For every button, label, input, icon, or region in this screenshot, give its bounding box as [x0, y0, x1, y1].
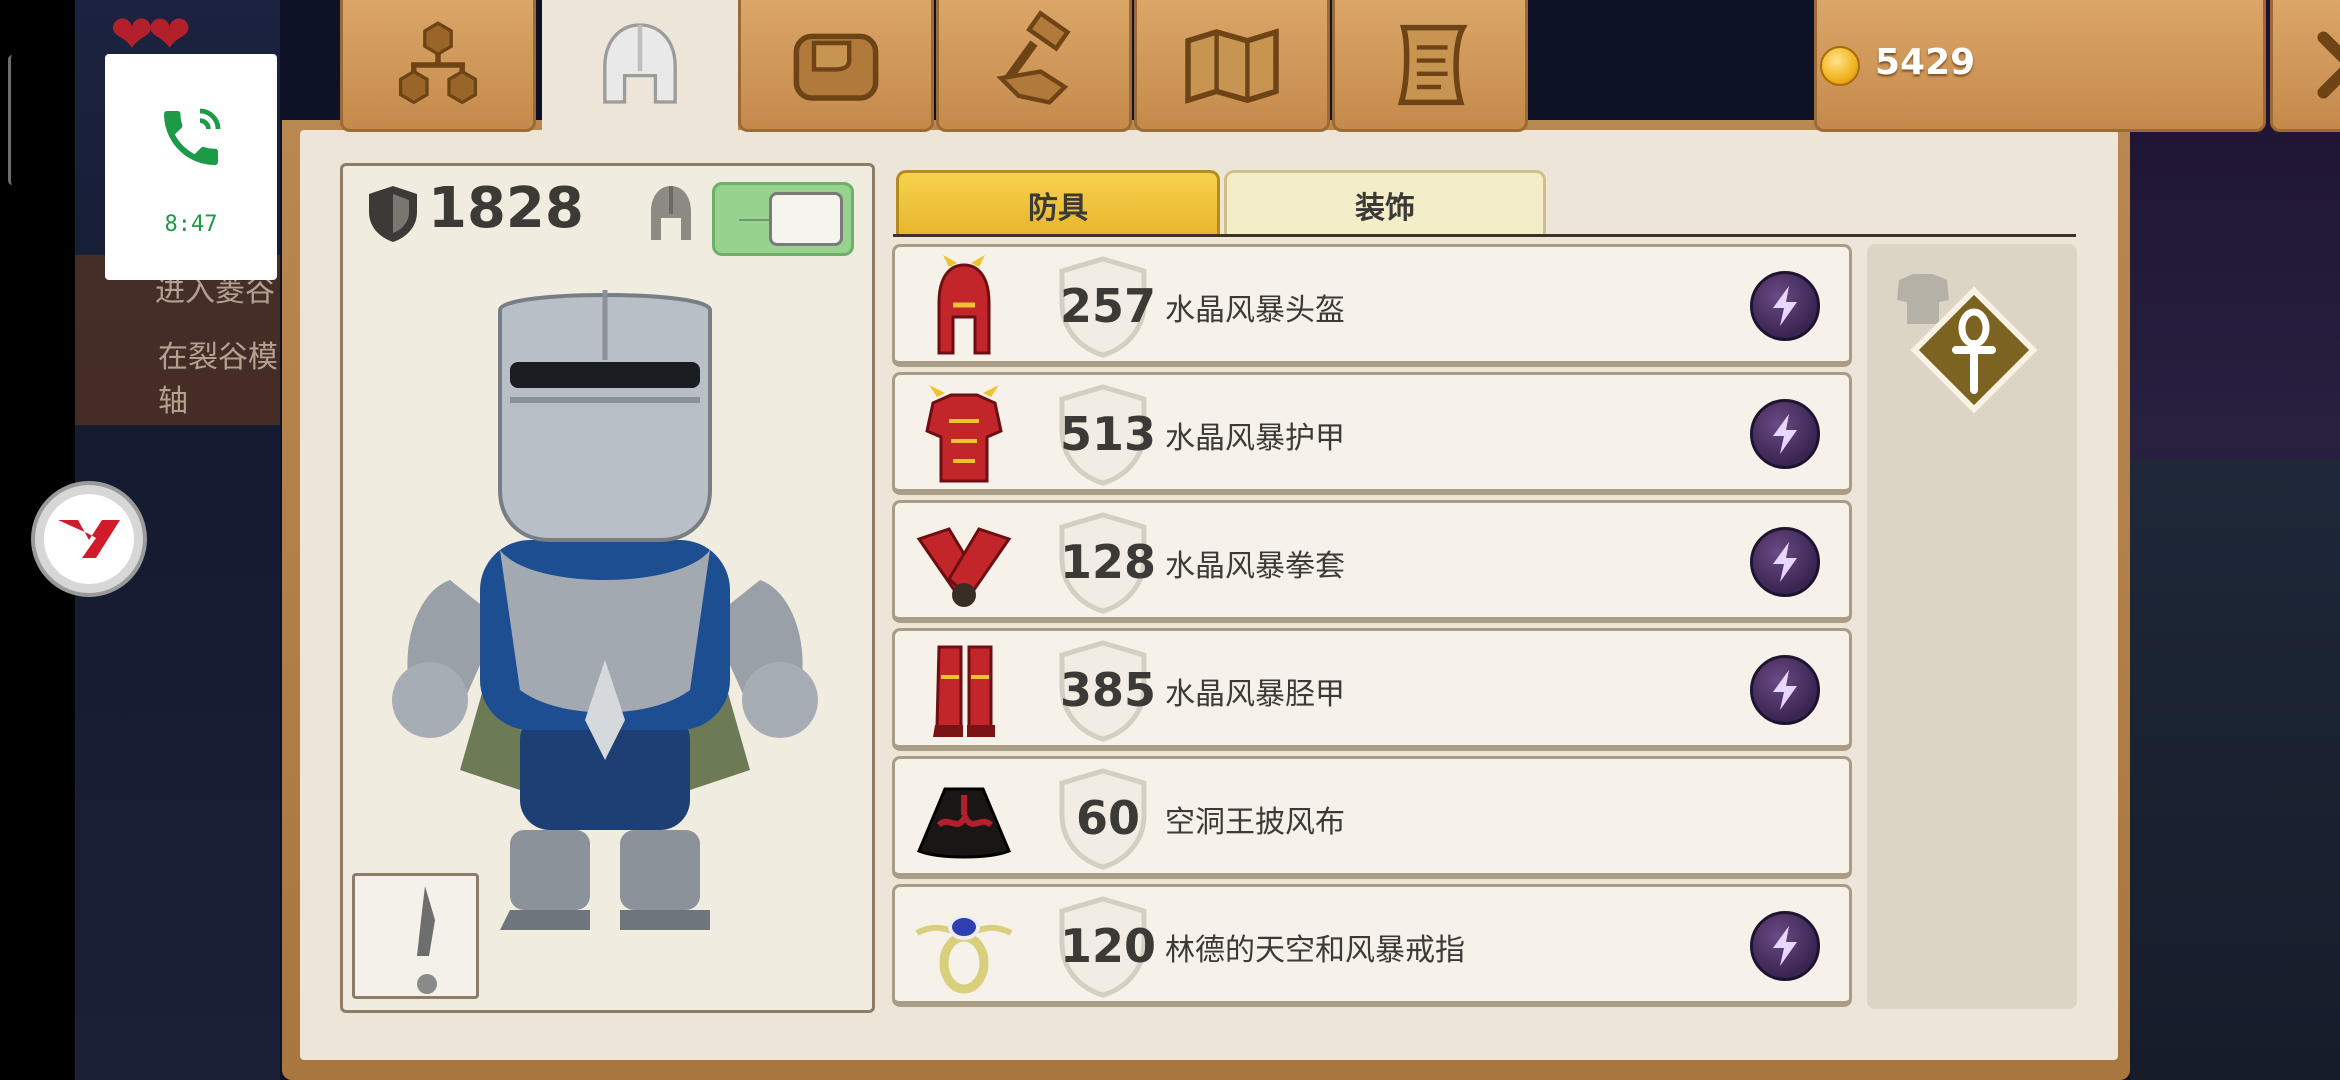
helmet-icon [603, 22, 677, 104]
call-duration: 8:47 [164, 212, 218, 237]
app-logo-icon [58, 520, 120, 558]
item-name: 水晶风暴护甲 [1165, 421, 1345, 456]
tab-forge[interactable] [936, 0, 1132, 132]
character-thumbnail-button[interactable] [352, 873, 479, 999]
tab-bag[interactable] [738, 0, 934, 132]
map-icon [1185, 27, 1279, 104]
quest-desc-fragment: 在裂谷模 [158, 340, 278, 375]
item-name: 水晶风暴头盔 [1165, 293, 1345, 328]
skill-tree-icon [398, 20, 478, 104]
phone-icon [164, 108, 221, 165]
edge-handle[interactable] [8, 55, 17, 185]
character-model [392, 290, 818, 930]
defense-shield-icon [369, 186, 417, 242]
item-name: 水晶风暴胫甲 [1165, 677, 1345, 712]
lightning-icon [1773, 414, 1797, 454]
lightning-icon [1773, 542, 1797, 582]
equipment-row-gauntlets[interactable]: 128 水晶风暴拳套 [892, 500, 1852, 623]
lightning-icon [1773, 670, 1797, 710]
game-scene-ridge [2130, 460, 2340, 1080]
bag-icon [793, 33, 879, 101]
ankh-artifact-slot[interactable] [1902, 278, 2046, 422]
subtab-divider [893, 234, 2076, 237]
enchant-button[interactable] [1750, 527, 1820, 597]
enchant-button[interactable] [1750, 271, 1820, 341]
tab-cosmetic[interactable]: 装饰 [1224, 170, 1546, 236]
call-floating-window[interactable]: 8:47 [105, 54, 277, 280]
coin-icon [1820, 46, 1860, 86]
enchant-button[interactable] [1750, 399, 1820, 469]
floating-app-badge[interactable] [31, 481, 147, 597]
enchant-button[interactable] [1750, 911, 1820, 981]
scroll-icon [1397, 24, 1468, 105]
enchant-button[interactable] [1750, 655, 1820, 725]
quest-desc-fragment-2: 轴 [158, 384, 188, 419]
mini-figure-icon [417, 886, 437, 994]
equipment-row-cape[interactable]: 60 空洞王披风布 [892, 756, 1852, 879]
helmet-visibility-toggle[interactable] [712, 182, 854, 256]
tab-armor[interactable]: 防具 [896, 170, 1220, 236]
toggle-knob [769, 192, 843, 246]
equipment-row-greaves[interactable]: 385 水晶风暴胫甲 [892, 628, 1852, 751]
equipment-row-chest[interactable]: 513 水晶风暴护甲 [892, 372, 1852, 495]
lightning-icon [1773, 286, 1797, 326]
forge-icon [996, 9, 1071, 105]
tab-skills[interactable] [340, 0, 536, 132]
helmet-visibility-icon [651, 186, 691, 240]
item-name: 空洞王披风布 [1165, 805, 1345, 840]
equipment-row-ring[interactable]: 120 林德的天空和风暴戒指 [892, 884, 1852, 1007]
lightning-icon [1773, 926, 1797, 966]
top-tab-bar [282, 0, 2340, 140]
close-button[interactable] [2270, 0, 2340, 132]
close-icon [2317, 30, 2340, 99]
tab-map[interactable] [1134, 0, 1330, 132]
tab-equipment[interactable] [542, 0, 738, 140]
item-name: 水晶风暴拳套 [1165, 549, 1345, 584]
coin-count: 5429 [1875, 42, 1976, 83]
equipment-row-helmet[interactable]: 257 水晶风暴头盔 [892, 244, 1852, 367]
tab-quests[interactable] [1332, 0, 1528, 132]
item-name: 林德的天空和风暴戒指 [1165, 933, 1465, 968]
defense-total: 1828 [428, 176, 584, 241]
